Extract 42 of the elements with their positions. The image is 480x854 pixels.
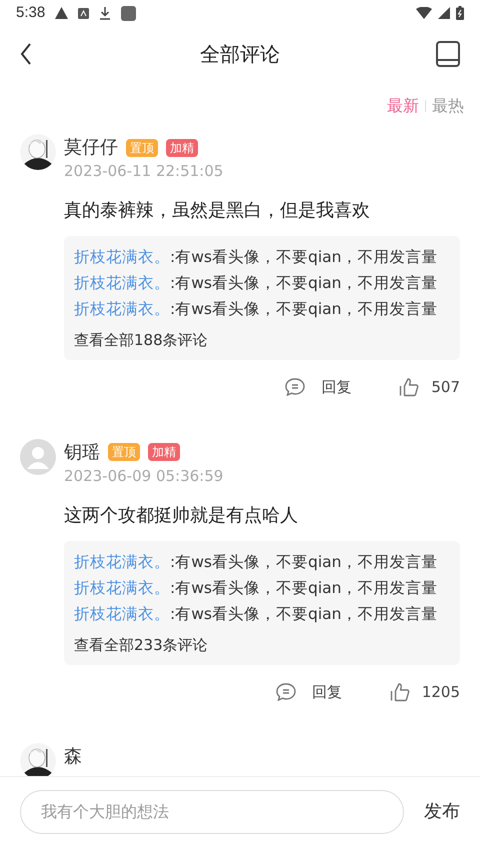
back-icon	[20, 43, 32, 65]
signal-icon	[438, 7, 450, 19]
username[interactable]: 莫仔仔	[64, 134, 118, 161]
like-button[interactable]: 1205	[390, 680, 460, 703]
reply-button[interactable]: 回复	[276, 680, 342, 703]
view-all-replies-link[interactable]: 查看全部188条评论	[74, 328, 450, 352]
tag-badge: 置顶	[126, 138, 158, 156]
tag-badge: 加精	[166, 138, 198, 156]
reply-text: :有ws看头像，不要qian，不用发言量	[170, 578, 438, 598]
book-button[interactable]	[436, 41, 460, 67]
publish-button[interactable]: 发布	[424, 798, 460, 825]
comment-icon	[285, 378, 306, 396]
tag-badge: 置顶	[108, 443, 140, 461]
comment-text: 这两个攻都挺帅就是有点哈人	[64, 504, 299, 528]
like-button[interactable]: 507	[399, 376, 460, 398]
download-icon	[99, 6, 112, 20]
comment-icon	[276, 682, 296, 701]
reply-text: :有ws看头像，不要qian，不用发言量	[170, 273, 438, 294]
comment-time: 2023-06-11 22:51:05	[64, 161, 224, 181]
tag-badge: 加精	[148, 443, 180, 461]
avatar-icon	[20, 438, 56, 474]
thumbs-up-icon	[390, 682, 410, 702]
reply-text: :有ws看头像，不要qian，不用发言量	[170, 247, 438, 268]
username[interactable]: 钥瑶	[64, 438, 100, 466]
wifi-icon	[416, 7, 432, 19]
page-title: 全部评论	[200, 41, 280, 68]
reply-text: :有ws看头像，不要qian，不用发言量	[170, 604, 438, 624]
status-time: 5:38	[16, 2, 46, 23]
book-icon	[436, 41, 460, 67]
comment-text: 真的泰裤辣，虽然是黑白，但是我喜欢	[64, 199, 371, 223]
comment-time: 2023-06-09 05:36:59	[64, 466, 224, 486]
warning-icon	[55, 7, 68, 19]
comment-input[interactable]: 我有个大胆的想法	[20, 790, 404, 834]
battery-icon	[456, 6, 464, 20]
reply-text: :有ws看头像，不要qian，不用发言量	[170, 299, 438, 320]
square-icon	[121, 6, 136, 20]
username[interactable]: 森	[64, 743, 82, 770]
app-icon	[78, 8, 90, 18]
reply-text: :有ws看头像，不要qian，不用发言量	[170, 552, 438, 572]
reply-button[interactable]: 回复	[285, 376, 352, 398]
thumbs-up-icon	[399, 377, 420, 398]
view-all-replies-link[interactable]: 查看全部233条评论	[74, 632, 450, 656]
